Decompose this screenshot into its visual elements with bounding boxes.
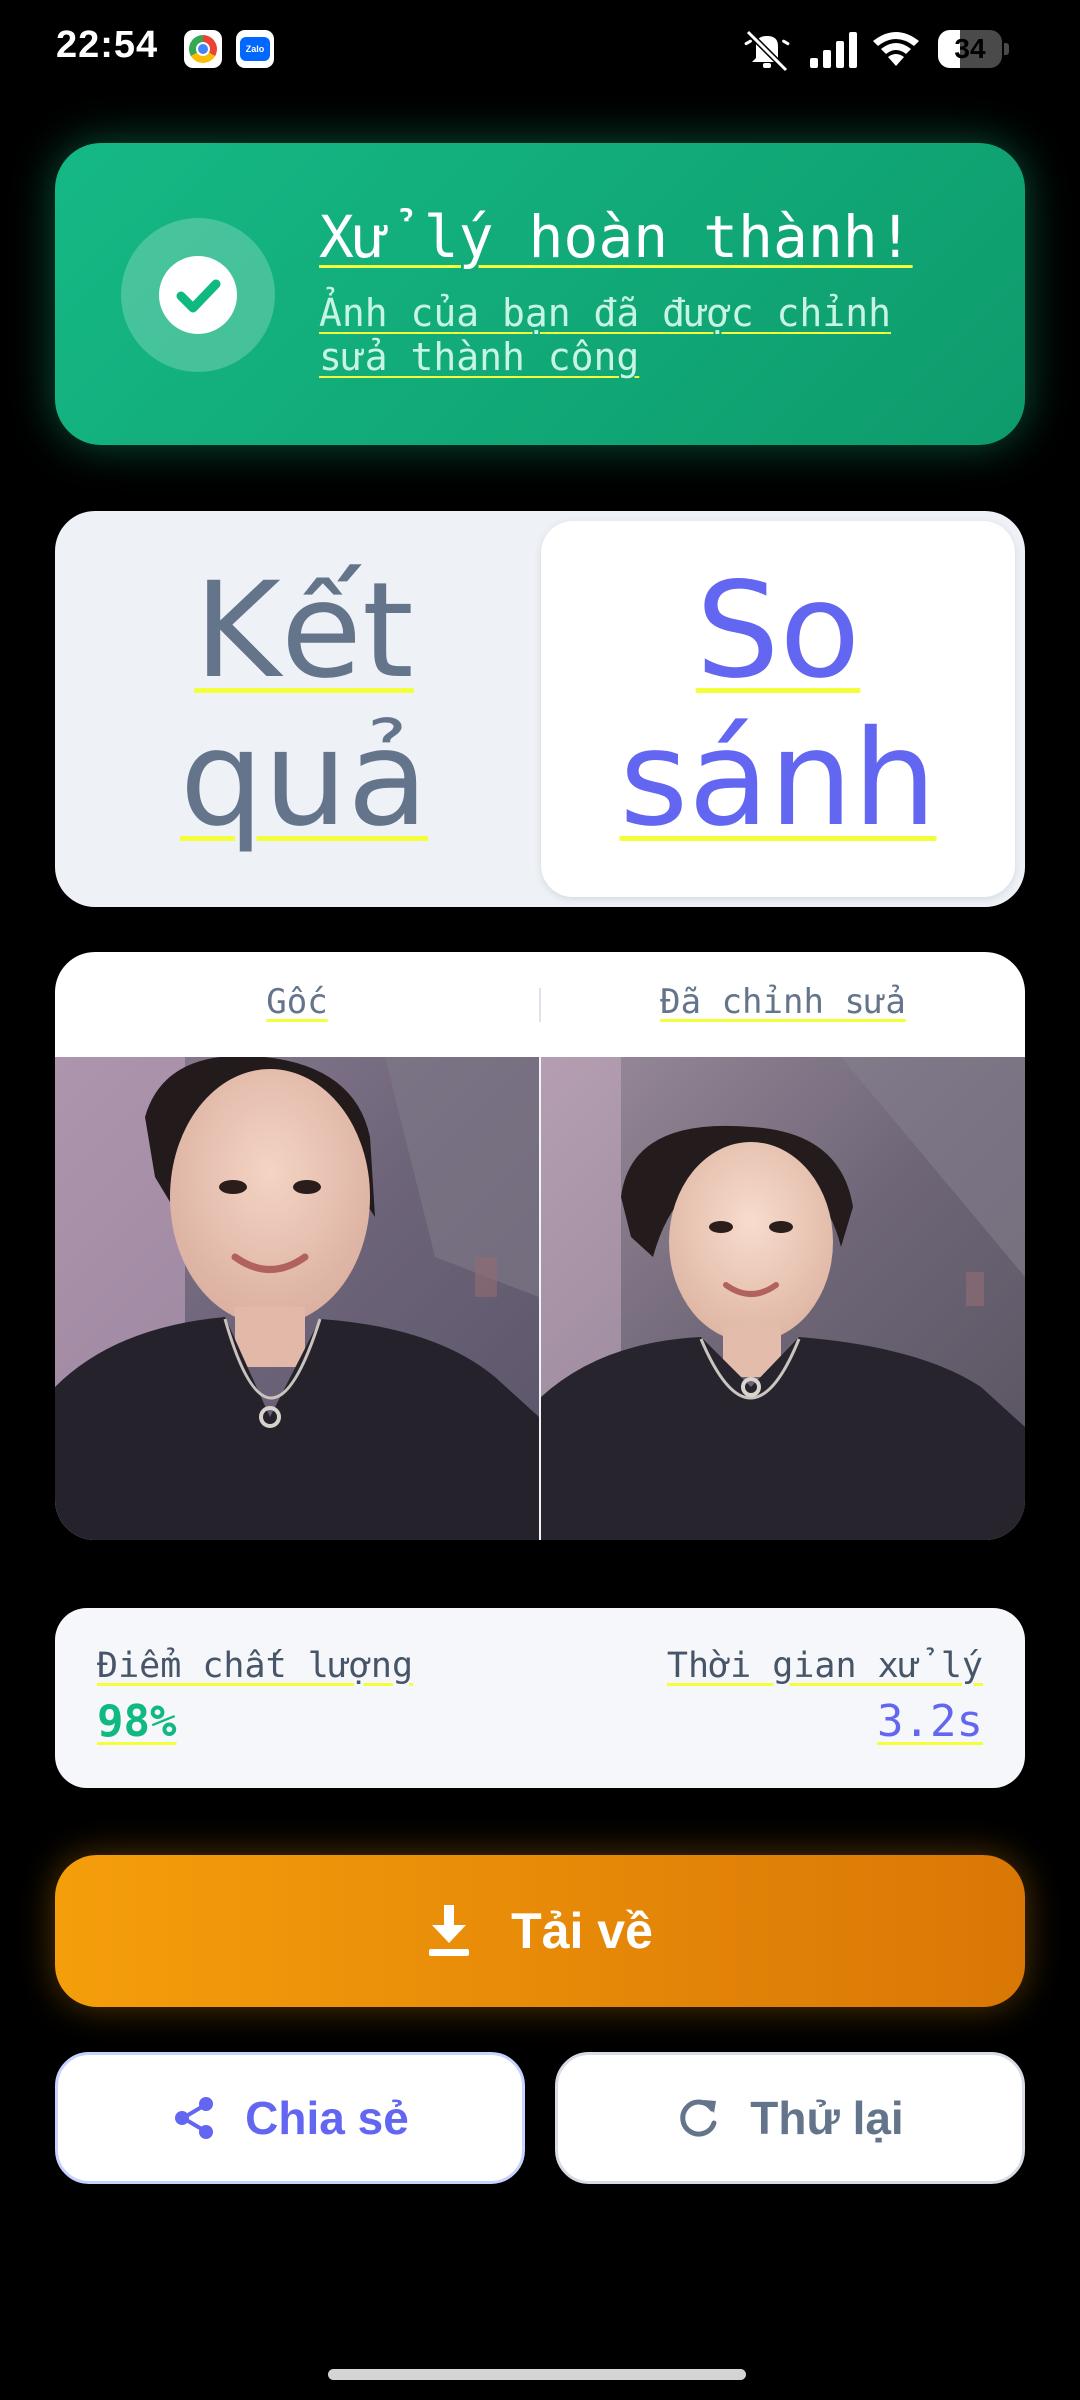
- download-icon: [429, 1905, 470, 1956]
- processing-time-value: 3.2s: [877, 1696, 983, 1747]
- tab-result[interactable]: Kết quả: [69, 521, 539, 897]
- view-tabs: Kết quả So sánh: [55, 511, 1025, 907]
- status-bar: 22:54 Zalo 34: [0, 0, 1080, 100]
- battery-icon: 34: [938, 30, 1010, 68]
- stats-card: Điểm chất lượng 98% Thời gian xử lý 3.2s: [55, 1608, 1025, 1788]
- share-icon: [175, 2097, 214, 2139]
- tab-compare-label: So sánh: [619, 554, 937, 856]
- refresh-icon: [680, 2099, 717, 2137]
- screen: 22:54 Zalo 34 Xử lý hoàn thành! Ảnh của …: [0, 0, 1080, 2400]
- tab-compare[interactable]: So sánh: [541, 521, 1015, 897]
- success-banner: Xử lý hoàn thành! Ảnh của bạn đã được ch…: [55, 143, 1025, 445]
- zalo-badge-text: Zalo: [240, 37, 270, 61]
- chrome-icon: [184, 30, 222, 68]
- retry-label: Thử lại: [750, 2092, 904, 2144]
- status-time: 22:54: [56, 24, 159, 66]
- processing-time-label: Thời gian xử lý: [666, 1646, 983, 1686]
- home-indicator[interactable]: [328, 2369, 746, 2380]
- edited-column-label: Đã chỉnh sửa: [660, 982, 906, 1022]
- success-title: Xử lý hoàn thành!: [319, 203, 913, 271]
- retry-button[interactable]: Thử lại: [555, 2052, 1025, 2184]
- battery-level: 34: [954, 33, 986, 64]
- tab-result-label: Kết quả: [179, 554, 429, 856]
- download-label: Tải về: [511, 1903, 653, 1959]
- share-label: Chia sẻ: [245, 2092, 409, 2144]
- edited-photo: [541, 1057, 1025, 1540]
- quality-score-value: 98%: [97, 1696, 177, 1747]
- check-circle-icon: [121, 218, 275, 372]
- mute-icon: [744, 29, 790, 72]
- wifi-icon: [873, 32, 919, 66]
- original-column-label: Gốc: [266, 982, 328, 1022]
- share-button[interactable]: Chia sẻ: [55, 2052, 525, 2184]
- success-subtitle: Ảnh của bạn đã được chỉnh sửa thành công: [319, 291, 891, 380]
- download-button[interactable]: Tải về: [55, 1855, 1025, 2007]
- comparison-card: Gốc Đã chỉnh sửa: [55, 952, 1025, 1540]
- original-photo: [55, 1057, 539, 1540]
- comparison-header: Gốc Đã chỉnh sửa: [55, 952, 1025, 1057]
- signal-icon: [810, 32, 857, 68]
- zalo-icon: Zalo: [236, 30, 274, 68]
- quality-score-label: Điểm chất lượng: [97, 1646, 414, 1686]
